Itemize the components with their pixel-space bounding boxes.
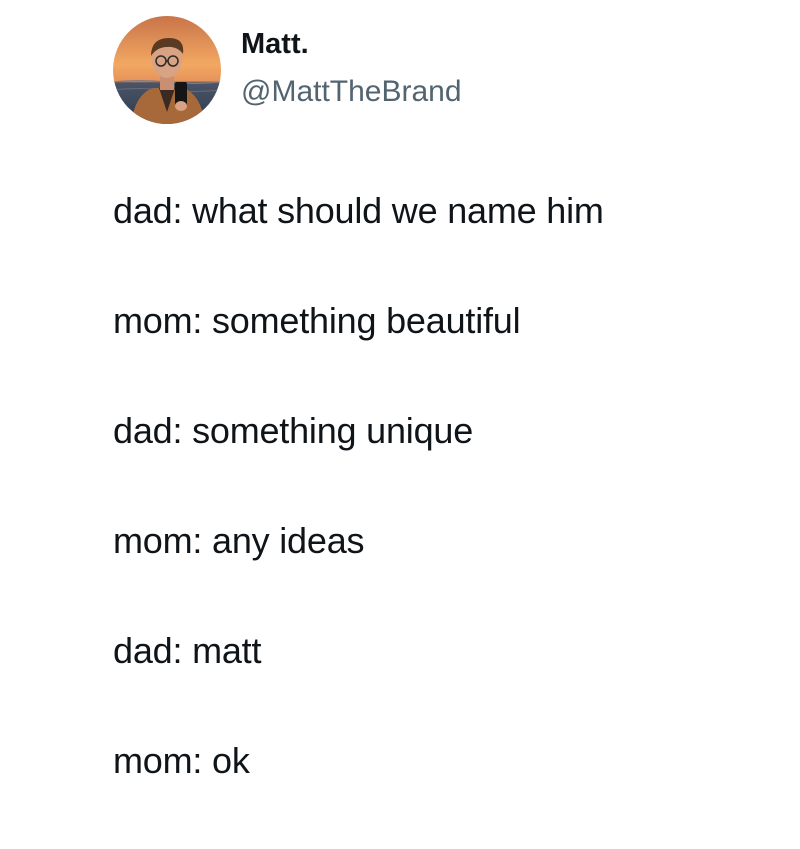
tweet-line: dad: matt	[113, 630, 262, 671]
tweet-card: Matt. @MattTheBrand dad: what should we …	[0, 0, 800, 818]
tweet-line: mom: ok	[113, 740, 250, 781]
profile-photo-icon	[113, 16, 221, 124]
author-handle[interactable]: @MattTheBrand	[241, 74, 462, 110]
tweet-line: dad: something unique	[113, 410, 474, 451]
author-display-name[interactable]: Matt.	[241, 27, 309, 61]
tweet-text: dad: what should we name him mom: someth…	[113, 189, 773, 849]
tweet-line: dad: what should we name him	[113, 190, 604, 231]
tweet-line: mom: any ideas	[113, 520, 365, 561]
avatar[interactable]	[113, 16, 221, 124]
tweet-line: mom: something beautiful	[113, 300, 521, 341]
